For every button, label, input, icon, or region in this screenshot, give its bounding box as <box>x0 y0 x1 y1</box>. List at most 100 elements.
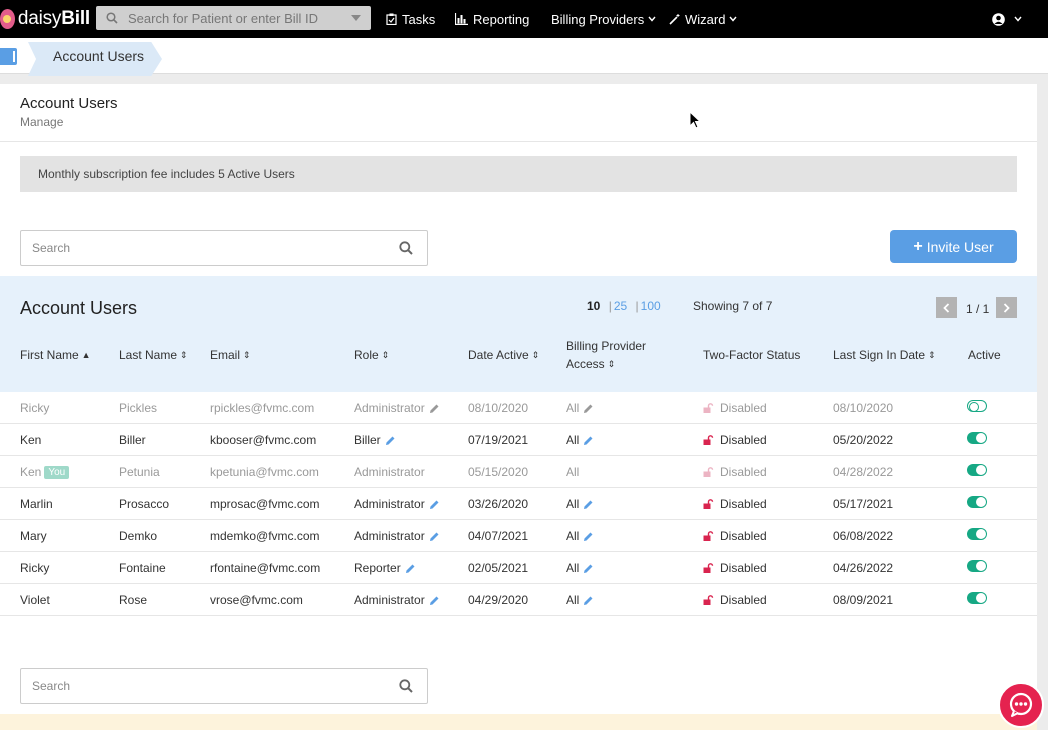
col-last-sign-in[interactable]: Last Sign In Date ⇕ <box>833 346 936 364</box>
col-first-name[interactable]: First Name ▲ <box>20 346 91 364</box>
magic-wand-icon <box>669 13 680 25</box>
cell-two-factor: Disabled <box>703 561 767 575</box>
col-role-label: Role <box>354 348 379 362</box>
search-icon[interactable] <box>399 241 413 255</box>
breadcrumb <box>0 38 1048 76</box>
active-toggle[interactable] <box>967 496 987 508</box>
table-row: Mary Demko mdemko@fvmc.com Administrator… <box>0 520 1037 552</box>
pencil-icon[interactable] <box>429 595 440 606</box>
pencil-icon[interactable] <box>583 403 594 414</box>
user-search-input[interactable]: Search <box>20 230 428 266</box>
nav-billing-providers[interactable]: Billing Providers <box>551 0 656 38</box>
next-page-button[interactable] <box>996 297 1017 318</box>
page-size-100[interactable]: 100 <box>641 299 661 313</box>
cell-last-sign-in: 08/10/2020 <box>833 401 894 415</box>
logo[interactable]: daisyBill <box>0 8 90 30</box>
pencil-icon[interactable] <box>405 563 416 574</box>
col-active: Active <box>968 346 1001 364</box>
pencil-icon[interactable] <box>583 499 594 510</box>
page-title: Account Users <box>20 95 118 112</box>
cell-access: All <box>566 465 580 479</box>
cell-last-name: Demko <box>119 529 158 543</box>
cell-two-factor: Disabled <box>703 497 767 511</box>
two-factor-label: Disabled <box>720 401 767 415</box>
search-icon[interactable] <box>399 679 413 693</box>
user-search-input-bottom[interactable]: Search <box>20 668 428 704</box>
col-active-label: Active <box>968 348 1001 362</box>
pencil-icon[interactable] <box>429 403 440 414</box>
pencil-icon[interactable] <box>583 595 594 606</box>
divider <box>0 141 1037 142</box>
nav-billing-providers-label: Billing Providers <box>551 11 645 27</box>
table-title: Account Users <box>20 298 138 318</box>
sort-icon: ⇕ <box>531 350 540 360</box>
chat-icon <box>1009 692 1033 717</box>
access-label: All <box>566 561 580 575</box>
page-size-10[interactable]: 10 <box>587 299 600 313</box>
prev-page-button[interactable] <box>936 297 957 318</box>
active-toggle[interactable] <box>967 560 987 572</box>
col-role[interactable]: Role ⇕ <box>354 346 389 364</box>
cell-role: Administrator <box>354 465 425 479</box>
cell-last-name: Prosacco <box>119 497 170 511</box>
pencil-icon[interactable] <box>429 531 440 542</box>
table-row: Ricky Pickles rpickles@fvmc.com Administ… <box>0 392 1037 424</box>
active-toggle[interactable] <box>967 528 987 540</box>
search-placeholder: Search <box>32 241 71 255</box>
invite-user-label: Invite User <box>926 238 994 255</box>
cell-date-active: 07/19/2021 <box>468 433 529 447</box>
cell-last-name: Rose <box>119 593 148 607</box>
cell-last-name: Pickles <box>119 401 158 415</box>
cell-last-name: Petunia <box>119 465 160 479</box>
table-row: Violet Rose vrose@fvmc.com Administrator… <box>0 584 1037 616</box>
cell-date-active: 05/15/2020 <box>468 465 529 479</box>
pencil-icon[interactable] <box>429 499 440 510</box>
scrollbar[interactable] <box>1037 84 1048 730</box>
nav-reporting[interactable]: Reporting <box>455 0 529 38</box>
chevron-down-icon[interactable] <box>351 15 361 21</box>
col-two-factor: Two-Factor Status <box>703 346 800 364</box>
user-menu[interactable] <box>992 0 1022 38</box>
nav-tasks[interactable]: Tasks <box>386 0 435 38</box>
table-header: Account Users 10 | 25 | 100 Showing 7 of 7… <box>0 276 1037 392</box>
pencil-icon[interactable] <box>385 435 396 446</box>
role-label: Administrator <box>354 593 425 607</box>
col-date-active[interactable]: Date Active ⇕ <box>468 346 539 364</box>
cell-role: Biller <box>354 433 396 447</box>
col-billing-access[interactable]: Billing Provider Access ⇕ <box>566 337 646 373</box>
table-row: Ken Biller kbooser@fvmc.com Biller 07/19… <box>0 424 1037 456</box>
cell-date-active: 04/29/2020 <box>468 593 529 607</box>
active-toggle[interactable] <box>967 400 987 412</box>
cell-last-sign-in: 05/17/2021 <box>833 497 894 511</box>
pencil-icon[interactable] <box>583 435 594 446</box>
col-email[interactable]: Email ⇕ <box>210 346 251 364</box>
cell-last-name: Fontaine <box>119 561 166 575</box>
page-size-25[interactable]: 25 <box>614 299 627 313</box>
you-badge: You <box>44 465 70 479</box>
pencil-icon[interactable] <box>583 531 594 542</box>
search-icon <box>106 11 120 25</box>
col-billing-access-label-2: Access <box>566 357 605 371</box>
cell-last-sign-in: 05/20/2022 <box>833 433 894 447</box>
two-factor-label: Disabled <box>720 465 767 479</box>
user-avatar-icon <box>992 12 1005 26</box>
home-icon[interactable] <box>0 48 17 65</box>
daisy-logo-icon <box>0 9 15 29</box>
active-toggle[interactable] <box>967 592 987 604</box>
pencil-icon[interactable] <box>583 563 594 574</box>
unlock-icon <box>703 499 714 509</box>
two-factor-label: Disabled <box>720 433 767 447</box>
unlock-icon <box>703 467 714 477</box>
cell-email: kbooser@fvmc.com <box>210 433 317 447</box>
patient-bill-search-input[interactable]: Search for Patient or enter Bill ID <box>96 6 371 30</box>
nav-wizard[interactable]: Wizard <box>669 0 737 38</box>
cell-email: mprosac@fvmc.com <box>210 497 320 511</box>
invite-user-button[interactable]: + Invite User <box>890 230 1017 263</box>
cell-email: rpickles@fvmc.com <box>210 401 315 415</box>
unlock-icon <box>703 435 714 445</box>
unlock-icon <box>703 595 714 605</box>
active-toggle[interactable] <box>967 432 987 444</box>
cell-email: vrose@fvmc.com <box>210 593 303 607</box>
col-last-name[interactable]: Last Name ⇕ <box>119 346 188 364</box>
chat-button[interactable] <box>998 682 1044 728</box>
